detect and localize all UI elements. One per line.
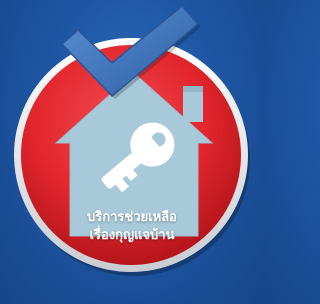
service-title-line2: เรื่องกุญแจบ้าน xyxy=(89,228,175,243)
red-circle-badge xyxy=(14,5,250,276)
service-title-line1: บริการช่วยเหลือ xyxy=(87,210,177,225)
key-service-tile[interactable]: บริการช่วยเหลือ เรื่องกุญแจบ้าน xyxy=(0,0,264,304)
